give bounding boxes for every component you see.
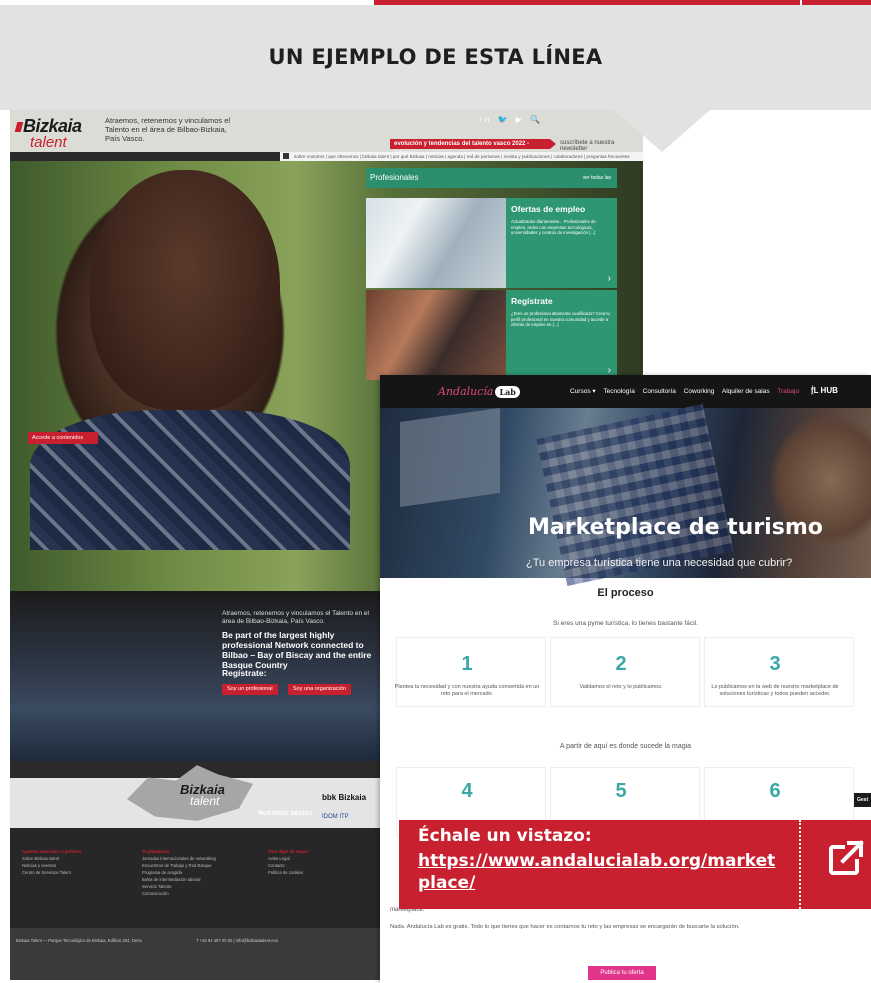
- network-tagline: Atraemos, retenemos y vinculamos el Tale…: [222, 610, 369, 625]
- home-icon[interactable]: [283, 153, 289, 159]
- professional-button[interactable]: Soy un profesional: [222, 684, 278, 695]
- report-banner[interactable]: evolución y tendencias del talento vasco…: [390, 139, 550, 157]
- footer-link[interactable]: Bolsa de intermediación laboral: [142, 876, 216, 883]
- step-2: 2 Validamos el reto y lo publicamos.: [546, 653, 696, 691]
- footer-link[interactable]: Comunicación: [142, 890, 216, 897]
- publish-offer-button[interactable]: Publica tu oferta: [588, 966, 656, 980]
- step-number: 2: [615, 653, 627, 675]
- external-link-icon-svg: [829, 840, 864, 875]
- magic-text: A partir de aquí es donde sucede la magi…: [559, 743, 692, 750]
- hero-subtitle: ¿Tu empresa turística tiene una necesida…: [526, 557, 793, 569]
- footer-contact[interactable]: T +34 94 407 00 00 | info@bizkaiatalent.…: [196, 938, 278, 944]
- menu-item-consultoria[interactable]: Consultoría: [643, 388, 676, 395]
- bizkaia-tagline: Atraemos, retenemos y vinculamos el Tale…: [105, 116, 231, 143]
- step-number: 1: [461, 653, 473, 675]
- menu-item-cursos[interactable]: Cursos ▾: [570, 388, 596, 395]
- step-3: 3 Lo publicamos en la web de nuestro mar…: [700, 653, 850, 698]
- panel-link[interactable]: ver todas las: [583, 168, 611, 188]
- footer-column: Agentes asociados y partners Sobre Bizka…: [22, 848, 82, 876]
- step-text: Lo publicamos en la web de nuestro marke…: [711, 684, 839, 697]
- footer-link[interactable]: Contacto: [268, 862, 308, 869]
- process-intro: Si eres una pyme turística, lo tienes ba…: [553, 620, 698, 627]
- process-title: El proceso: [597, 587, 654, 599]
- chevron-right-icon[interactable]: ›: [608, 273, 611, 284]
- register-card[interactable]: Regístrate ¿Eres un profesional altament…: [506, 290, 617, 380]
- footer-link[interactable]: Programa de acogida: [142, 869, 216, 876]
- menu-item-coworking[interactable]: Coworking: [684, 388, 715, 395]
- step-text: Plantea tu necesidad y con nuestra ayuda…: [394, 684, 540, 697]
- footer-link[interactable]: Servicio Talento: [142, 883, 216, 890]
- step-number: 6: [769, 780, 781, 802]
- andalucia-logo-badge: Lab: [495, 386, 520, 398]
- hero-scarf: [30, 410, 350, 550]
- footer-address: Bizkaia Talent — Parque Tecnológico de B…: [16, 938, 142, 943]
- step-number: 4: [461, 780, 473, 802]
- jobs-card-title: Ofertas de empleo: [511, 204, 586, 214]
- footer-link[interactable]: Jornadas internacionales de networking: [142, 855, 216, 862]
- partners-label: Nuestros socios: [258, 810, 313, 817]
- faq-answer: Nada. Andalucía Lab es gratis. Todo lo q…: [390, 924, 740, 930]
- step-text: Validamos el reto y lo publicamos.: [579, 684, 663, 690]
- bizkaia-logo-text: Bizkaia: [23, 116, 82, 136]
- footer-link[interactable]: Encuentros de Trabajo y Red Basque: [142, 862, 216, 869]
- footer-heading: Para dejar de seguir: [268, 849, 309, 854]
- hero-overlay: [380, 408, 871, 578]
- hero-button[interactable]: Accede a contenidos: [28, 432, 98, 444]
- lab-photo: [366, 198, 506, 288]
- step-1: 1 Plantea tu necesidad y con nuestra ayu…: [392, 653, 542, 698]
- partners-logo-subtext: talent: [190, 794, 220, 808]
- step-4: 4: [392, 780, 542, 803]
- bizkaia-logo-subtext: talent: [30, 134, 67, 151]
- footer-link[interactable]: Centro de Servicios Talent: [22, 869, 82, 876]
- step-5: 5: [546, 780, 696, 803]
- footer-heading: Agentes asociados y partners: [22, 849, 82, 854]
- andalucia-logo[interactable]: Andalucía Lab: [438, 385, 520, 398]
- sponsor-logos-top[interactable]: bbk Bizkaia: [322, 793, 366, 802]
- jobs-card[interactable]: Ofertas de empleo Actualizadas diariamen…: [506, 198, 617, 288]
- professionals-panel-header: Profesionales ver todas las: [366, 168, 617, 188]
- bizkaia-nav[interactable]: sobre nosotros | que ofrecemos | bizkaia…: [280, 152, 643, 161]
- step-number: 3: [769, 653, 781, 675]
- group-photo: [366, 290, 506, 380]
- step-6: 6: [700, 780, 850, 803]
- cta-divider: [799, 820, 801, 909]
- panel-title: Profesionales: [370, 173, 419, 182]
- register-label: Regístrate:: [222, 668, 267, 678]
- footer-column: Para dejar de seguir Aviso Legal Contact…: [268, 848, 308, 876]
- bizkaia-nav-items[interactable]: sobre nosotros | que ofrecemos | bizkaia…: [294, 154, 630, 159]
- social-icons[interactable]: in 🐦 ▶ 🔍: [480, 115, 543, 124]
- hero-title: Marketplace de turismo: [528, 515, 823, 540]
- cta-label: Échale un vistazo:: [418, 826, 592, 846]
- menu-item-tecnologia[interactable]: Tecnología: [603, 388, 634, 395]
- footer-link[interactable]: Sobre Bizkaia talent: [22, 855, 82, 862]
- hero-portrait: [90, 170, 280, 410]
- footer-heading: Tu plataforma: [142, 849, 170, 854]
- menu-item-trabajo[interactable]: Trabajo: [777, 388, 799, 395]
- register-card-desc: ¿Eres un profesional altamente cualifica…: [511, 311, 610, 327]
- menu-item-hub[interactable]: ḟ̱L HUB: [811, 386, 838, 395]
- report-banner-arrow: [550, 139, 556, 149]
- page-title: UN EJEMPLO DE ESTA LÍNEA: [268, 45, 603, 69]
- cookie-settings-tab[interactable]: Gest: [854, 793, 871, 807]
- external-link-icon[interactable]: [826, 838, 866, 878]
- andalucia-menu: Cursos ▾ Tecnología Consultoría Coworkin…: [570, 386, 844, 395]
- footer-link[interactable]: Aviso Legal: [268, 855, 308, 862]
- network-headline: Be part of the largest highly profession…: [222, 630, 372, 670]
- step-number: 5: [615, 780, 627, 802]
- footer-link[interactable]: Política de cookies: [268, 869, 308, 876]
- menu-item-alquiler[interactable]: Alquiler de salas: [722, 388, 770, 395]
- jobs-card-desc: Actualizadas diariamente... Profesionale…: [511, 219, 596, 235]
- register-card-title: Regístrate: [511, 296, 553, 306]
- organization-button[interactable]: Soy una organización: [288, 684, 351, 695]
- andalucia-logo-text: Andalucía: [438, 385, 494, 398]
- bizkaia-logo[interactable]: Bizkaia talent: [14, 116, 102, 151]
- footer-column: Tu plataforma Jornadas internacionales d…: [142, 848, 216, 897]
- partners-logo: Bizkaia talent: [180, 782, 260, 808]
- marketplace-link[interactable]: https://www.andalucialab.org/marketplace…: [418, 850, 783, 894]
- header-notch: [614, 110, 710, 152]
- sponsor-logos-bottom[interactable]: IDOM ITP: [322, 814, 349, 820]
- footer-link[interactable]: Noticias y eventos: [22, 862, 82, 869]
